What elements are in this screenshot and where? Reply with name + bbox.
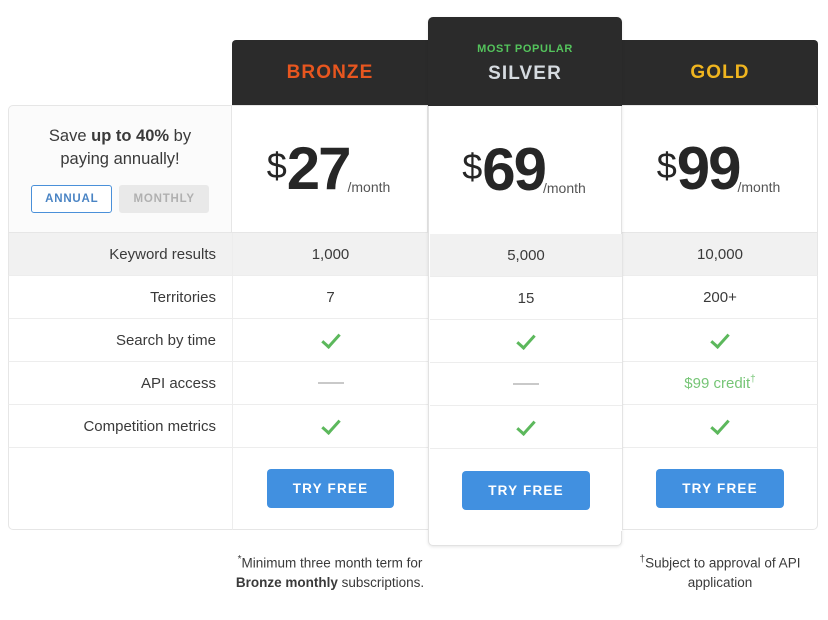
price-amount-bronze: 27 [286,135,352,203]
table-row: API access $99 credit† [8,362,818,405]
plan-header-silver: MOST POPULAR SILVER [428,17,622,106]
cta-cell-silver: TRY FREE [430,449,622,531]
plan-card-silver[interactable]: MOST POPULAR SILVER $ 69 /month 5,000 15… [428,17,622,546]
try-free-button-bronze[interactable]: TRY FREE [266,469,395,508]
plan-header-gold: GOLD [622,40,818,105]
checkmark-icon [515,330,537,352]
price-gold: $ 99 /month [656,135,783,203]
feature-value-gold: 10,000 [622,233,818,276]
feature-value-gold: $99 credit† [622,362,818,405]
price-silver: $ 69 /month [462,136,588,204]
dagger-icon: † [750,374,756,385]
not-included-dash-icon [317,382,344,384]
footnote-text-before: Minimum three month term for [241,555,423,571]
feature-value-silver: 15 [430,277,622,320]
price-period-bronze: /month [347,178,391,195]
feature-value-bronze: 1,000 [232,233,428,276]
cell-text: 200+ [703,288,737,306]
price-cell-bronze: $ 27 /month * [232,105,441,233]
feature-value-gold [622,319,818,362]
cta-spacer-cell [8,448,232,530]
currency-symbol-silver: $ [462,146,483,188]
not-included-dash-icon [513,383,539,385]
most-popular-badge: MOST POPULAR [477,43,573,55]
toggle-monthly-button[interactable]: MONTHLY [119,185,209,213]
try-free-button-silver[interactable]: TRY FREE [462,470,590,510]
footnote-gold: †Subject to approval of API application [622,550,818,592]
table-row: Keyword results 1,000 10,000 [8,233,818,276]
footnote-bronze: *Minimum three month term for Bronze mon… [232,550,428,592]
feature-value-gold: 200+ [622,276,818,319]
try-free-button-gold[interactable]: TRY FREE [656,469,784,508]
footnote-text: Subject to approval of API application [645,555,801,590]
cell-text: 15 [517,289,535,307]
price-amount-silver: 69 [482,136,547,204]
feature-value-bronze: 7 [232,276,428,319]
feature-value-silver [430,320,622,363]
toggle-annual-button[interactable]: ANNUAL [31,185,113,213]
api-credit-text: $99 credit† [684,374,755,392]
price-bronze: $ 27 /month * [266,135,441,203]
checkmark-icon [709,415,731,437]
cell-text: 7 [326,288,335,306]
checkmark-icon [515,416,537,438]
plan-title-gold: GOLD [690,61,750,83]
plan-title-silver: SILVER [488,63,562,84]
feature-label: Keyword results [8,233,232,276]
feature-value-gold [622,405,818,448]
cell-text: 5,000 [507,246,545,264]
feature-value-bronze [232,405,428,448]
cta-cell-bronze: TRY FREE [232,448,428,530]
cell-text: 10,000 [697,245,743,263]
promo-text-bold: up to 40% [91,127,170,145]
feature-value-silver [430,406,622,449]
currency-symbol-bronze: $ [266,145,287,187]
cell-text: $99 credit [684,375,751,392]
checkmark-icon [320,329,342,351]
feature-label: Territories [8,276,232,319]
checkmark-icon [320,415,342,437]
feature-value-bronze [232,319,428,362]
checkmark-icon [709,329,731,351]
billing-period-toggle: ANNUAL MONTHLY [31,185,209,213]
footnote-text-after: subscriptions. [337,574,425,590]
cell-text: 1,000 [311,245,350,263]
promo-text-before: Save [48,127,92,145]
price-period-gold: /month [737,178,781,195]
billing-promo-card: Save up to 40% by paying annually! ANNUA… [8,105,232,233]
table-row: Territories 7 200+ [8,276,818,319]
table-row: Competition metrics [8,405,818,448]
price-cell-silver: $ 69 /month [429,106,621,234]
price-period-silver: /month [542,179,586,196]
feature-value-silver [430,363,622,406]
currency-symbol-gold: $ [656,145,677,187]
footnote-text-bold: Bronze monthly [235,574,338,590]
price-amount-gold: 99 [676,135,742,203]
cta-cell-gold: TRY FREE [622,448,818,530]
plan-title-bronze: BRONZE [286,61,374,83]
feature-value-silver: 5,000 [430,234,622,277]
cta-row: TRY FREE TRY FREE [8,448,818,530]
promo-headline: Save up to 40% by paying annually! [9,125,231,171]
feature-label: API access [8,362,232,405]
feature-label: Competition metrics [8,405,232,448]
feature-label: Search by time [8,319,232,362]
table-row: Search by time [8,319,818,362]
price-cell-gold: $ 99 /month [622,105,818,233]
plan-header-bronze: BRONZE [232,40,428,105]
feature-value-bronze [232,362,428,405]
pricing-table-page: BRONZE GOLD Save up to 40% by paying ann… [0,0,828,620]
